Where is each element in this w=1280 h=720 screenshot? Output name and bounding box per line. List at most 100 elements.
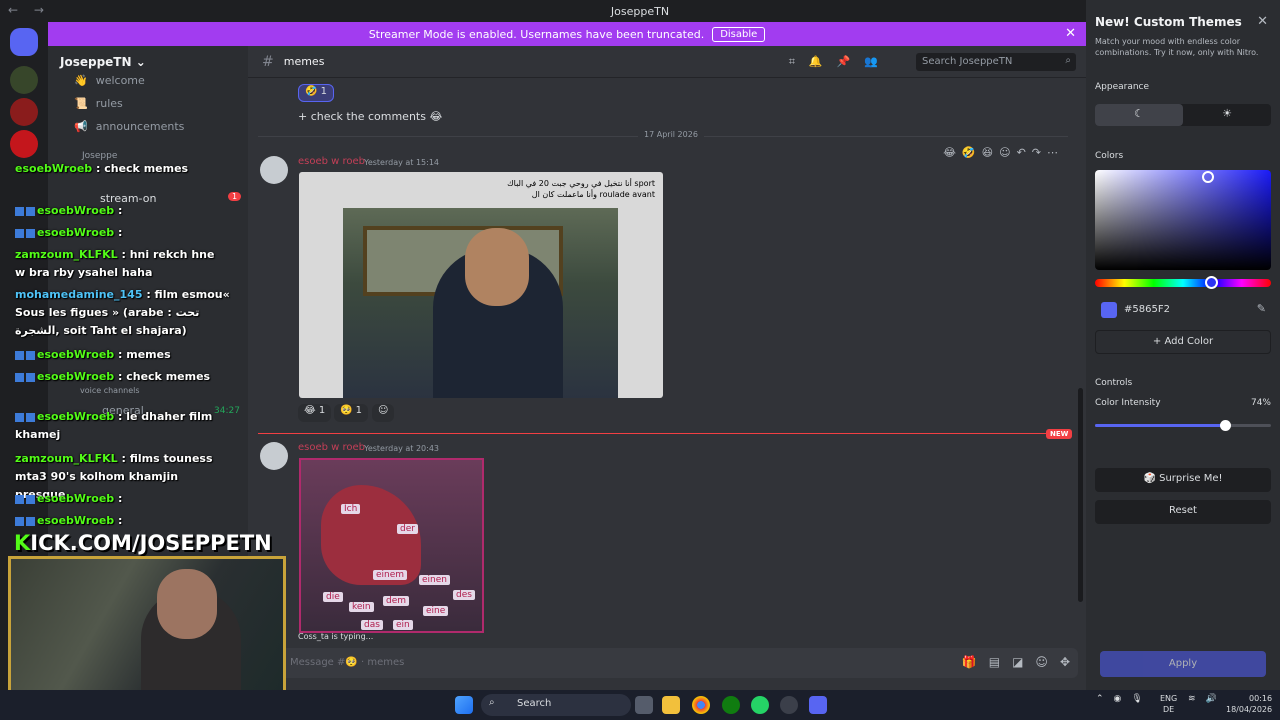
eyedropper-icon[interactable]: ✎ (1257, 302, 1266, 315)
sticker-icon[interactable]: ◪ (1012, 655, 1023, 669)
home-icon[interactable] (10, 28, 38, 56)
file-explorer-icon[interactable] (662, 696, 680, 714)
server-icon[interactable] (10, 66, 38, 94)
add-reaction-icon[interactable]: ☺ (372, 404, 395, 422)
emoji-icon[interactable]: 😂 (943, 146, 956, 159)
task-view-icon[interactable] (635, 696, 653, 714)
sun-icon[interactable]: ☀ (1183, 104, 1271, 126)
whatsapp-icon[interactable] (751, 696, 769, 714)
start-icon[interactable] (455, 696, 473, 714)
composer-placeholder: Message #🥺 · memes (290, 657, 405, 668)
chevron-up-icon[interactable]: ⌃ (1096, 694, 1104, 704)
channel-announcements[interactable]: 📢 announcements (74, 120, 184, 133)
add-reaction-icon[interactable]: ☺ (999, 146, 1010, 159)
custom-themes-panel: New! Custom Themes ✕ Match your mood wit… (1086, 0, 1280, 690)
chat-line: esoebWroeb : le dhaher film khamej (15, 410, 213, 441)
composer-actions: 🎁 ▤ ◪ ☺ ✥ (962, 655, 1070, 669)
color-swatch[interactable] (1101, 302, 1117, 318)
word-tag: das (361, 620, 383, 630)
avatar[interactable] (260, 442, 288, 470)
reaction-chip[interactable]: 😂 1 (298, 404, 332, 422)
disable-button[interactable]: Disable (712, 26, 766, 42)
clock[interactable]: 00:16 18/04/2026 (1226, 693, 1272, 715)
gif-icon[interactable]: ▤ (989, 655, 1000, 669)
pin-icon[interactable]: 📌 (837, 55, 851, 69)
moon-icon[interactable]: ☾ (1095, 104, 1183, 126)
intensity-slider[interactable] (1095, 420, 1271, 431)
message-timestamp: Yesterday at 15:14 (364, 158, 440, 167)
word-tag: einen (419, 575, 450, 585)
server-icon[interactable] (10, 98, 38, 126)
emoji-icon[interactable]: 😆 (982, 146, 993, 159)
wifi-icon[interactable]: ≋ (1188, 694, 1196, 704)
add-color-button[interactable]: + Add Color (1095, 330, 1271, 354)
scrollbar[interactable] (1078, 388, 1083, 602)
slider-fill (1095, 424, 1226, 427)
reply-icon[interactable]: ↶ (1017, 146, 1026, 159)
reset-button[interactable]: Reset (1095, 500, 1271, 524)
channel-title: memes (283, 55, 325, 68)
channel-welcome[interactable]: 👋 welcome (74, 74, 145, 87)
more-icon[interactable]: ⋯ (1047, 146, 1058, 159)
app-icon[interactable] (780, 696, 798, 714)
slider-knob[interactable] (1220, 420, 1232, 431)
intensity-value: 74% (1250, 398, 1271, 408)
emoji-icon[interactable]: 🤣 (962, 146, 976, 159)
channel-rules[interactable]: 📜 rules (74, 97, 123, 110)
server-name[interactable]: JoseppeTN ⌄ (60, 55, 146, 69)
chat-line: esoebWroeb : (15, 202, 122, 220)
server-icon[interactable] (10, 130, 38, 158)
threads-icon[interactable]: ⌗ (789, 55, 795, 69)
message-input[interactable]: Message #🥺 · memes 🎁 ▤ ◪ ☺ ✥ (258, 648, 1078, 678)
message-actions: 😂 🤣 😆 ☺ ↶ ↷ ⋯ (943, 146, 1058, 159)
word-tag: die (323, 592, 343, 602)
message-author[interactable]: esoeb w roeb (298, 442, 365, 453)
word-tag: ein (393, 620, 413, 630)
history-nav[interactable]: ← → (8, 3, 50, 17)
tray-app-icon[interactable]: ◉ (1114, 694, 1122, 704)
language-indicator[interactable]: ENG DE (1160, 693, 1177, 715)
message-author[interactable]: esoeb w roeb (298, 156, 365, 167)
hue-knob[interactable] (1205, 276, 1218, 289)
members-icon[interactable]: 👥 (864, 55, 878, 69)
picker-knob[interactable] (1202, 171, 1214, 183)
search-input[interactable]: Search JoseppeTN ⌕ (916, 53, 1076, 71)
chrome-icon[interactable] (692, 696, 710, 714)
taskbar: ⌕ Search ⌃ ◉ 🎙 ENG DE ≋ 🔊 00:16 18/04/2026 (0, 690, 1280, 720)
chat-line: esoebWroeb : (15, 512, 122, 530)
apps-icon[interactable]: ✥ (1060, 655, 1070, 669)
meme-gif[interactable]: Ich der einem einen die dem des kein ein… (299, 458, 484, 633)
emoji-picker-icon[interactable]: ☺ (1035, 655, 1048, 669)
reaction-chip[interactable]: 🤣 1 (298, 84, 335, 102)
avatar[interactable] (260, 156, 288, 184)
color-picker[interactable] (1095, 170, 1271, 270)
webcam-overlay (8, 556, 286, 713)
close-icon[interactable]: ✕ (1065, 26, 1076, 41)
message-timestamp: Yesterday at 20:43 (364, 444, 440, 453)
taskbar-search[interactable]: ⌕ Search (481, 694, 631, 716)
chat-line: esoebWroeb : (15, 224, 122, 242)
message-text: + check the comments 😂 (298, 110, 443, 123)
apply-button[interactable]: Apply (1100, 651, 1266, 677)
mic-icon[interactable]: 🎙 (1131, 694, 1142, 704)
channel-label: announcements (95, 120, 185, 133)
bell-icon[interactable]: 🔔 (809, 55, 823, 69)
xbox-icon[interactable] (722, 696, 740, 714)
chat-line: esoebWroeb : check memes (15, 162, 189, 175)
intensity-label: Color Intensity (1095, 398, 1161, 408)
search-icon: ⌕ (1065, 55, 1071, 66)
hue-slider[interactable] (1095, 276, 1271, 289)
surprise-button[interactable]: 🎲 Surprise Me! (1095, 468, 1271, 492)
close-icon[interactable]: ✕ (1257, 14, 1268, 29)
appearance-label: Appearance (1095, 82, 1150, 92)
reaction-chip[interactable]: 🥺 1 (334, 404, 369, 422)
channel-emoji: 👋 (74, 74, 88, 87)
hex-value[interactable]: #5865F2 (1124, 304, 1170, 315)
forward-icon[interactable]: ↷ (1032, 146, 1041, 159)
meme-image[interactable]: أنا نتخيل في روحي جبت 20 في الباك sport … (299, 172, 663, 398)
gift-icon[interactable]: 🎁 (962, 655, 977, 669)
volume-icon[interactable]: 🔊 (1206, 694, 1217, 704)
appearance-toggle: ☾ ☀ (1095, 104, 1271, 126)
meme-photo (343, 208, 618, 398)
discord-icon[interactable] (809, 696, 827, 714)
